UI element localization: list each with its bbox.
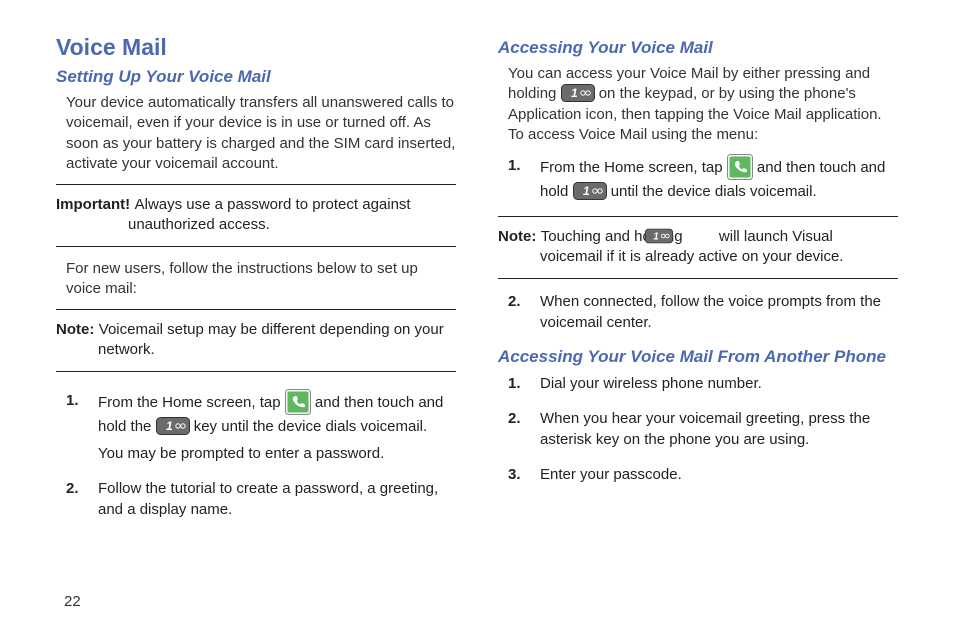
section-title: Voice Mail <box>56 34 456 61</box>
phone-app-icon <box>727 154 753 180</box>
intro-paragraph: Your device automatically transfers all … <box>66 93 456 174</box>
step-text: From the Home screen, tap <box>540 159 727 176</box>
step-text: Dial your wireless phone number. <box>540 375 762 392</box>
one-key-icon <box>156 417 190 435</box>
page-number: 22 <box>64 593 81 610</box>
right-column: Accessing Your Voice Mail You can access… <box>498 34 898 534</box>
step-text: key until the device dials voicemail. <box>194 418 427 435</box>
list-item: 1. Dial your wireless phone number. <box>540 373 898 394</box>
one-key-icon <box>573 182 607 200</box>
step-text: Follow the tutorial to create a password… <box>98 480 438 518</box>
important-label: Important! <box>56 196 130 213</box>
list-item: 2. When you hear your voicemail greeting… <box>540 408 898 450</box>
left-column: Voice Mail Setting Up Your Voice Mail Yo… <box>56 34 456 534</box>
note-label: Note: <box>56 321 94 338</box>
important-text: Always use a password to protect against… <box>128 196 411 233</box>
step-number: 2. <box>508 408 521 429</box>
step-number: 2. <box>508 291 521 312</box>
list-item: 1. From the Home screen, tap and then to… <box>98 390 456 464</box>
sub-heading-access: Accessing Your Voice Mail <box>498 38 898 58</box>
another-phone-steps: 1. Dial your wireless phone number. 2. W… <box>498 373 898 485</box>
step-text: You may be prompted to enter a password. <box>98 445 384 462</box>
step-text: until the device dials voicemail. <box>611 183 817 200</box>
new-users-text: For new users, follow the instructions b… <box>66 259 456 300</box>
list-item: 3. Enter your passcode. <box>540 464 898 485</box>
one-key-icon <box>561 84 595 102</box>
list-item: 2. Follow the tutorial to create a passw… <box>98 478 456 520</box>
important-callout: Important! Always use a password to prot… <box>56 184 456 247</box>
note-text: Voicemail setup may be different dependi… <box>98 321 444 358</box>
note-callout: Note: Voicemail setup may be different d… <box>56 309 456 372</box>
step-number: 2. <box>66 478 79 499</box>
one-key-icon <box>687 228 715 244</box>
note-label: Note: <box>498 228 536 245</box>
access-steps-list: 1. From the Home screen, tap and then to… <box>498 155 898 202</box>
step-number: 1. <box>508 155 521 176</box>
step-text: From the Home screen, tap <box>98 393 285 410</box>
setup-steps-list: 1. From the Home screen, tap and then to… <box>56 390 456 520</box>
step-number: 1. <box>66 390 79 411</box>
step-number: 1. <box>508 373 521 394</box>
step-number: 3. <box>508 464 521 485</box>
note-text: Touching and holding will launch Visual … <box>540 228 843 265</box>
sub-heading-another-phone: Accessing Your Voice Mail From Another P… <box>498 347 898 367</box>
list-item: 2. When connected, follow the voice prom… <box>540 291 898 333</box>
sub-heading-setup: Setting Up Your Voice Mail <box>56 67 456 87</box>
access-intro: You can access your Voice Mail by either… <box>508 64 898 145</box>
access-steps-list-2: 2. When connected, follow the voice prom… <box>498 291 898 333</box>
phone-app-icon <box>285 389 311 415</box>
note-callout: Note: Touching and holding will launch V… <box>498 216 898 279</box>
step-text: When connected, follow the voice prompts… <box>540 293 881 331</box>
step-text: Enter your passcode. <box>540 466 682 483</box>
list-item: 1. From the Home screen, tap and then to… <box>540 155 898 202</box>
step-text: When you hear your voicemail greeting, p… <box>540 410 870 448</box>
